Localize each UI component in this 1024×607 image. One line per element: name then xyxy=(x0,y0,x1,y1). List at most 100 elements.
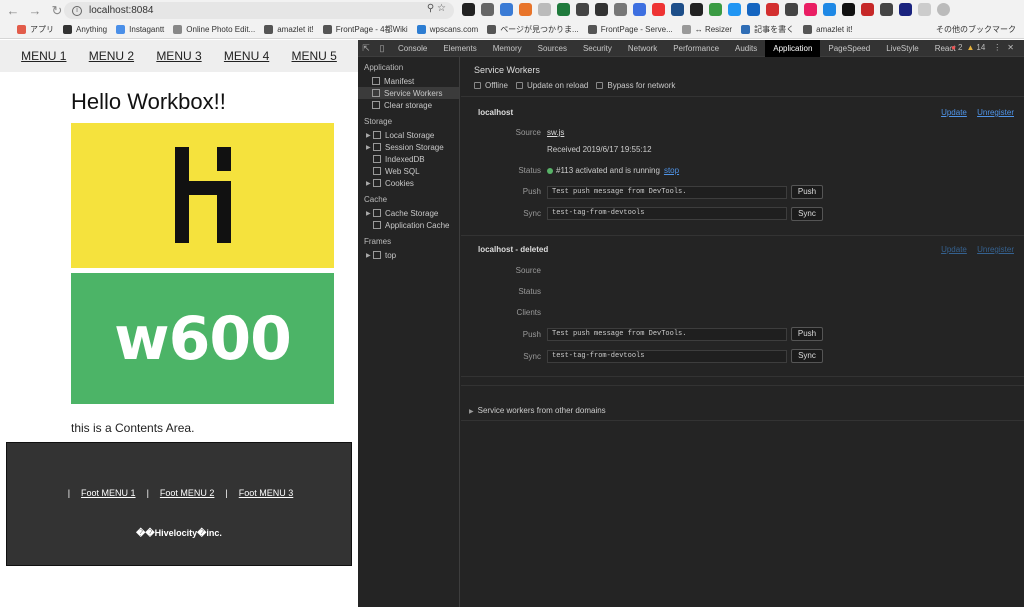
extension-icon[interactable] xyxy=(785,3,798,16)
push-button[interactable]: Push xyxy=(791,327,823,341)
sidebar-item-clear-storage[interactable]: Clear storage xyxy=(358,99,459,111)
extension-icon[interactable] xyxy=(500,3,513,16)
menu-link-3[interactable]: MENU 3 xyxy=(156,49,201,63)
tab-sources[interactable]: Sources xyxy=(530,40,575,57)
expand-triangle-icon[interactable]: ▶ xyxy=(366,144,373,151)
update-link[interactable]: Update xyxy=(941,108,967,117)
bookmark-item[interactable]: Instagantt xyxy=(116,25,164,34)
extension-icon[interactable] xyxy=(576,3,589,16)
extension-icon[interactable] xyxy=(880,3,893,16)
menu-link-4[interactable]: MENU 4 xyxy=(224,49,269,63)
tab-memory[interactable]: Memory xyxy=(485,40,530,57)
sync-input[interactable]: test-tag-from-devtools xyxy=(547,350,787,363)
extension-icon[interactable] xyxy=(823,3,836,16)
foot-menu-link-3[interactable]: Foot MENU 3 xyxy=(239,488,294,498)
expand-triangle-icon[interactable]: ▶ xyxy=(366,252,373,259)
push-input[interactable]: Test push message from DevTools. xyxy=(547,186,787,199)
extension-icon[interactable] xyxy=(842,3,855,16)
expand-triangle-icon[interactable]: ▶ xyxy=(366,210,373,217)
sidebar-item-local-storage[interactable]: ▶ Local Storage xyxy=(358,129,459,141)
extension-icon[interactable] xyxy=(709,3,722,16)
sidebar-item-indexeddb[interactable]: IndexedDB xyxy=(358,153,459,165)
menu-link-2[interactable]: MENU 2 xyxy=(89,49,134,63)
other-domains-toggle[interactable]: ▶ Service workers from other domains xyxy=(469,406,606,415)
device-toolbar-icon[interactable]: ▯ xyxy=(374,40,390,57)
close-icon[interactable]: ✕ xyxy=(1007,43,1014,52)
bookmark-item[interactable]: ↔ Resizer xyxy=(681,25,732,34)
sidebar-item-cookies[interactable]: ▶ Cookies xyxy=(358,177,459,189)
extension-icon[interactable] xyxy=(519,3,532,16)
bookmark-item[interactable]: Online Photo Edit... xyxy=(173,25,255,34)
source-link[interactable]: sw.js xyxy=(547,128,564,137)
tab-console[interactable]: Console xyxy=(390,40,435,57)
bookmark-item[interactable]: ページが見つかりま... xyxy=(487,24,579,35)
unregister-link[interactable]: Unregister xyxy=(977,108,1014,117)
sidebar-item-manifest[interactable]: Manifest xyxy=(358,75,459,87)
bookmark-item[interactable]: amazlet it! xyxy=(803,25,853,34)
tab-pagespeed[interactable]: PageSpeed xyxy=(820,40,878,57)
update-link[interactable]: Update xyxy=(941,245,967,254)
extension-icon[interactable] xyxy=(671,3,684,16)
tab-performance[interactable]: Performance xyxy=(665,40,727,57)
bookmark-item[interactable]: wpscans.com xyxy=(416,25,478,34)
extension-icon[interactable] xyxy=(766,3,779,16)
info-icon[interactable]: i xyxy=(72,5,82,16)
more-options-icon[interactable]: ⋮ xyxy=(993,43,1001,52)
tab-security[interactable]: Security xyxy=(575,40,620,57)
sync-button[interactable]: Sync xyxy=(791,349,823,363)
bookmark-item[interactable]: FrontPage - 4都Wiki xyxy=(322,24,408,35)
profile-avatar-icon[interactable] xyxy=(937,3,950,16)
extension-icon[interactable] xyxy=(538,3,551,16)
sidebar-item-top[interactable]: ▶ top xyxy=(358,249,459,261)
console-counts[interactable]: ● 2 ▲ 14 ⋮ ✕ xyxy=(951,43,1014,52)
foot-menu-link-1[interactable]: Foot MENU 1 xyxy=(81,488,136,498)
unregister-link[interactable]: Unregister xyxy=(977,245,1014,254)
cast-icon[interactable] xyxy=(918,3,931,16)
tab-application[interactable]: Application xyxy=(765,39,821,57)
address-bar[interactable]: i localhost:8084 ⚲ ☆ xyxy=(64,2,454,19)
expand-triangle-icon[interactable]: ▶ xyxy=(366,132,373,139)
bookmark-item[interactable]: FrontPage - Serve... xyxy=(587,25,673,34)
extension-icon[interactable] xyxy=(595,3,608,16)
tab-livestyle[interactable]: LiveStyle xyxy=(878,40,926,57)
sidebar-item-session-storage[interactable]: ▶ Session Storage xyxy=(358,141,459,153)
extension-icon[interactable] xyxy=(899,3,912,16)
extension-icon[interactable] xyxy=(652,3,665,16)
push-input[interactable]: Test push message from DevTools. xyxy=(547,328,787,341)
other-bookmarks-folder[interactable]: その他のブックマーク xyxy=(936,24,1016,35)
sidebar-item-application-cache[interactable]: Application Cache xyxy=(358,219,459,231)
tab-audits[interactable]: Audits xyxy=(727,40,765,57)
sidebar-item-web-sql[interactable]: Web SQL xyxy=(358,165,459,177)
stop-link[interactable]: stop xyxy=(664,166,679,175)
extension-icon[interactable] xyxy=(633,3,646,16)
inspect-element-icon[interactable]: ⇱ xyxy=(358,40,374,57)
back-icon[interactable]: ← xyxy=(4,2,22,20)
bookmark-item[interactable]: アプリ xyxy=(17,24,54,35)
sync-input[interactable]: test-tag-from-devtools xyxy=(547,207,787,220)
extension-icon[interactable] xyxy=(861,3,874,16)
extension-icon[interactable] xyxy=(481,3,494,16)
extension-icon[interactable] xyxy=(728,3,741,16)
bookmark-item[interactable]: 記事を書く xyxy=(741,24,794,35)
menu-link-5[interactable]: MENU 5 xyxy=(292,49,337,63)
sync-button[interactable]: Sync xyxy=(791,207,823,221)
bypass-network-checkbox[interactable]: Bypass for network xyxy=(596,81,675,90)
extension-icon[interactable] xyxy=(557,3,570,16)
bookmark-item[interactable]: amazlet it! xyxy=(264,25,314,34)
sidebar-item-cache-storage[interactable]: ▶ Cache Storage xyxy=(358,207,459,219)
extension-icon[interactable] xyxy=(690,3,703,16)
extension-icon[interactable] xyxy=(614,3,627,16)
tab-elements[interactable]: Elements xyxy=(435,40,484,57)
foot-menu-link-2[interactable]: Foot MENU 2 xyxy=(160,488,215,498)
sidebar-item-service-workers[interactable]: Service Workers xyxy=(358,87,459,99)
menu-link-1[interactable]: MENU 1 xyxy=(21,49,66,63)
update-on-reload-checkbox[interactable]: Update on reload xyxy=(515,81,588,90)
expand-triangle-icon[interactable]: ▶ xyxy=(366,180,373,187)
zoom-star-icons[interactable]: ⚲ ☆ xyxy=(427,3,446,14)
bookmark-item[interactable]: Anything xyxy=(63,25,107,34)
extension-icon[interactable] xyxy=(462,3,475,16)
tab-network[interactable]: Network xyxy=(620,40,665,57)
extension-icon[interactable] xyxy=(747,3,760,16)
offline-checkbox[interactable]: Offline xyxy=(474,81,508,90)
forward-icon[interactable]: → xyxy=(26,2,44,20)
